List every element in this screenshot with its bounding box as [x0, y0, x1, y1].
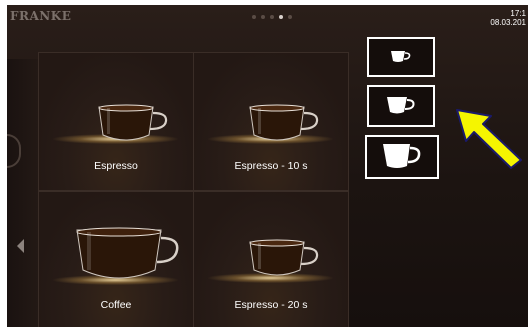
small-cup-icon [391, 51, 411, 62]
espresso-cup-icon [98, 104, 168, 141]
beverage-label: Coffee [100, 299, 132, 311]
beverage-tile-espresso-20s[interactable]: Espresso - 20 s [193, 191, 349, 327]
beverage-label: Espresso [94, 160, 138, 172]
chevron-left-icon[interactable] [17, 239, 24, 253]
clock-date: 08.03.201 [490, 18, 526, 27]
page-dot[interactable] [288, 15, 292, 19]
espresso-cup-icon [249, 239, 319, 276]
espresso-cup-icon [249, 104, 319, 141]
beverage-label: Espresso - 20 s [234, 299, 308, 311]
beverage-tile-espresso[interactable]: Espresso [38, 52, 194, 191]
clock-time: 17:1 [510, 9, 526, 18]
cup-size-large-button[interactable] [365, 135, 439, 179]
page-dot[interactable] [270, 15, 274, 19]
page-indicator [252, 15, 292, 19]
coffee-cup-icon [76, 227, 179, 279]
large-cup-icon [383, 144, 421, 168]
page-dot[interactable] [252, 15, 256, 19]
beverage-tile-coffee[interactable]: Coffee [38, 191, 194, 327]
clock: 17:1 08.03.201 [490, 9, 526, 27]
previous-page-strip[interactable] [7, 59, 38, 327]
beverage-tile-espresso-10s[interactable]: Espresso - 10 s [193, 52, 349, 191]
cup-size-small-button[interactable] [367, 37, 435, 77]
brand-logo: FRANKE [10, 9, 72, 23]
partial-cup-handle [7, 134, 21, 168]
medium-cup-icon [387, 97, 415, 114]
beverage-label: Espresso - 10 s [234, 160, 308, 172]
coffee-machine-screen: FRANKE 17:1 08.03.201 Espresso Espresso … [7, 5, 528, 327]
page-dot-active[interactable] [279, 15, 283, 19]
page-dot[interactable] [261, 15, 265, 19]
cup-size-medium-button[interactable] [367, 85, 435, 127]
pointer-arrow-icon [456, 109, 522, 169]
